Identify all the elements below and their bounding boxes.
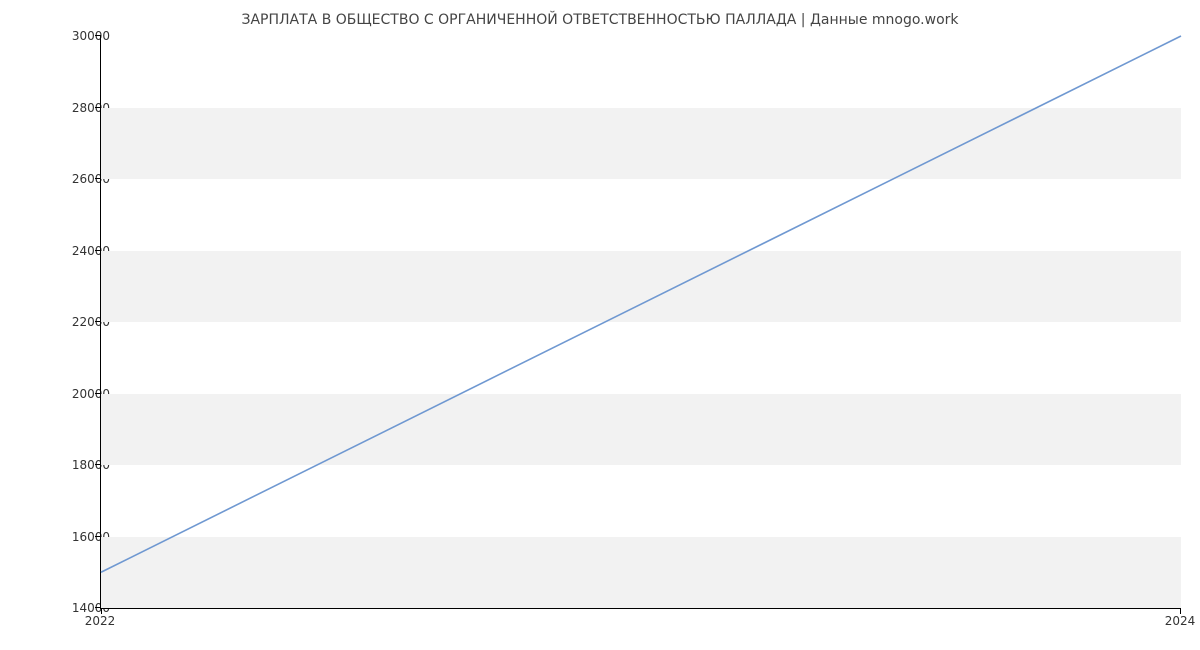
y-tick-label: 28000	[30, 101, 110, 115]
x-tick	[101, 608, 102, 614]
y-tick-label: 26000	[30, 172, 110, 186]
y-tick-label: 14000	[30, 601, 110, 615]
y-tick-label: 16000	[30, 530, 110, 544]
y-tick-label: 24000	[30, 244, 110, 258]
y-tick-label: 30000	[30, 29, 110, 43]
data-line	[101, 36, 1181, 608]
x-tick-label: 2024	[1165, 614, 1196, 628]
x-tick	[1180, 608, 1181, 614]
plot-area	[100, 36, 1181, 609]
chart-title: ЗАРПЛАТА В ОБЩЕСТВО С ОРГАНИЧЕННОЙ ОТВЕТ…	[0, 12, 1200, 28]
chart-container: ЗАРПЛАТА В ОБЩЕСТВО С ОРГАНИЧЕННОЙ ОТВЕТ…	[0, 0, 1200, 650]
y-tick-label: 20000	[30, 387, 110, 401]
y-tick-label: 22000	[30, 315, 110, 329]
x-tick-label: 2022	[85, 614, 116, 628]
y-tick-label: 18000	[30, 458, 110, 472]
